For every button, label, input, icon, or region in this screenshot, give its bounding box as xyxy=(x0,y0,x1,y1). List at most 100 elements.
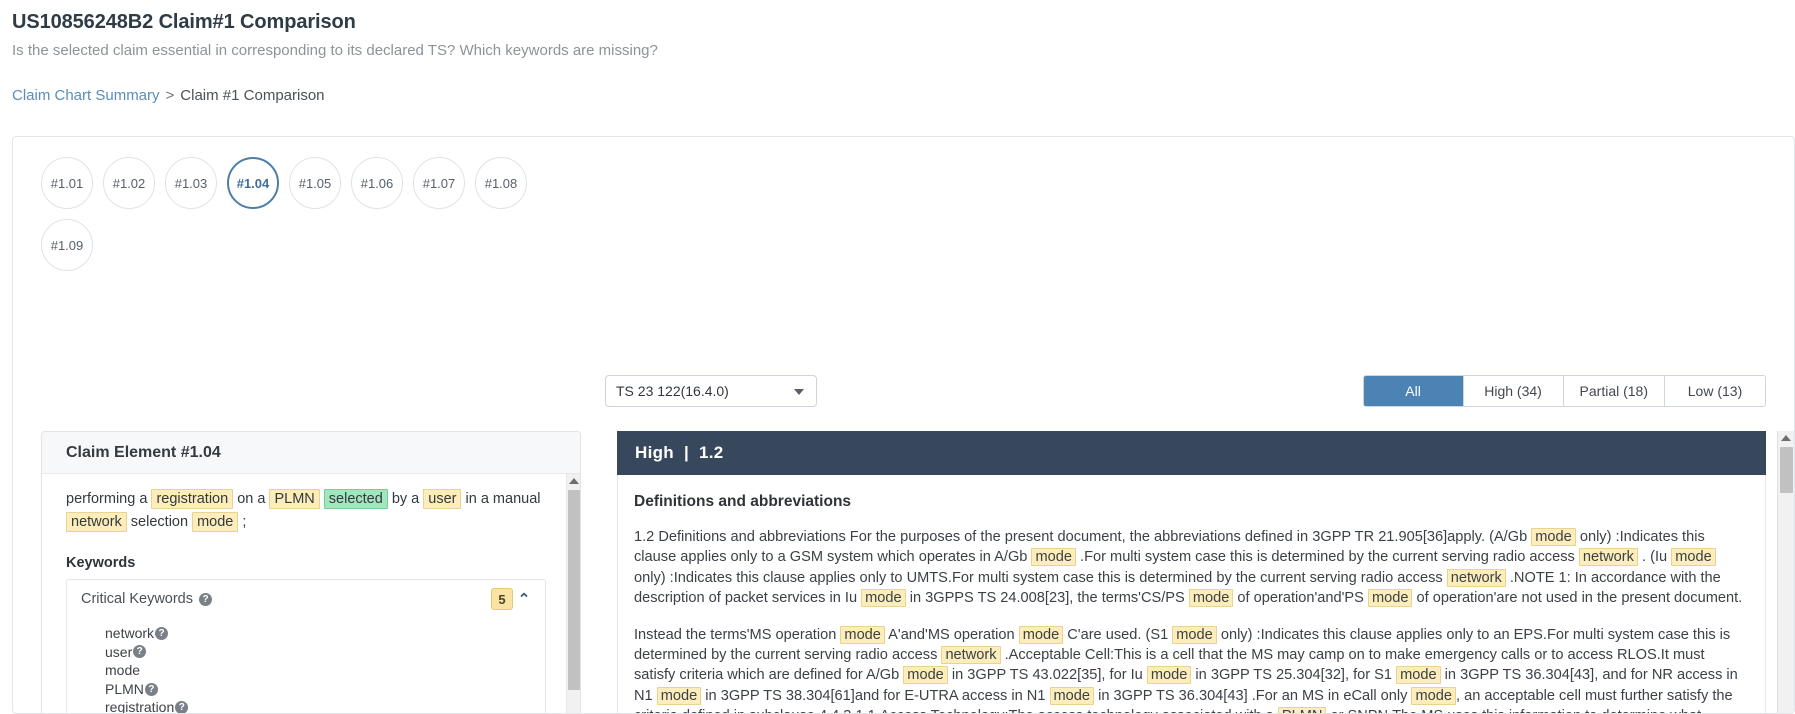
keyword-item: PLMN? xyxy=(105,680,545,699)
ts-select[interactable]: TS 23 122(16.4.0) xyxy=(605,375,817,407)
keyword-highlight-yellow: network xyxy=(1446,568,1506,587)
keyword-highlight-yellow: mode xyxy=(1531,528,1576,546)
keyword-group-label: Critical Keywords? xyxy=(81,591,491,607)
keyword-highlight-green: selected xyxy=(323,489,388,509)
filter-button-low[interactable]: Low (13) xyxy=(1665,376,1765,406)
claim-pill-1-03[interactable]: #1.03 xyxy=(165,157,217,209)
keyword-item-label: network xyxy=(105,625,155,641)
keyword-item-label: mode xyxy=(105,662,141,679)
keyword-group-name: Critical Keywords xyxy=(81,591,193,607)
help-icon[interactable]: ? xyxy=(155,626,169,640)
chevron-down-icon xyxy=(794,389,804,395)
ts-text-body: Definitions and abbreviations 1.2 Defini… xyxy=(617,475,1766,713)
text-run: in 3GPP TS 36.304[43] .For an MS in eCal… xyxy=(1094,687,1412,704)
keyword-highlight-yellow: registration xyxy=(151,489,234,509)
banner-separator: | xyxy=(683,443,690,462)
keyword-highlight-yellow: mode xyxy=(1188,589,1234,608)
text-run: .For multi system case this is determine… xyxy=(1075,549,1579,566)
keyword-group-header[interactable]: Critical Keywords? 5 ⌃ xyxy=(67,580,545,618)
keyword-item-label: PLMN xyxy=(105,680,144,697)
ts-select-value: TS 23 122(16.4.0) xyxy=(616,383,729,399)
left-panel-scrollbar[interactable] xyxy=(566,474,580,713)
claim-pill-1-09[interactable]: #1.09 xyxy=(41,219,93,271)
help-icon[interactable]: ? xyxy=(133,645,147,659)
breadcrumb-link-claim-chart-summary[interactable]: Claim Chart Summary xyxy=(12,87,160,104)
claim-pill-1-05[interactable]: #1.05 xyxy=(289,157,341,209)
filter-button-high[interactable]: High (34) xyxy=(1463,376,1564,406)
claim-element-title: Claim Element #1.04 xyxy=(42,432,580,474)
keywords-heading: Keywords xyxy=(66,555,136,571)
keyword-highlight-yellow: network xyxy=(66,512,127,532)
scrollbar-thumb[interactable] xyxy=(1780,447,1793,493)
claim-pill-1-02[interactable]: #1.02 xyxy=(103,157,155,209)
text-run: in 3GPP TS 38.304[61]and for E-UTRA acce… xyxy=(701,687,1050,704)
keyword-highlight-yellow: mode xyxy=(1367,589,1413,608)
keyword-item-label: user xyxy=(105,643,133,660)
keyword-highlight-yellow: user xyxy=(423,489,462,509)
keyword-highlight-yellow: PLMN xyxy=(269,489,320,509)
text-run: only) :Indicates this clause applies onl… xyxy=(634,569,1447,586)
scrollbar-thumb[interactable] xyxy=(568,490,580,690)
keyword-item: user? xyxy=(105,643,545,662)
claim-pill-1-08[interactable]: #1.08 xyxy=(475,157,527,209)
claim-element-body: performing a registration on a PLMN sele… xyxy=(42,474,580,714)
chevron-up-icon[interactable]: ⌃ xyxy=(513,590,535,608)
page-header: US10856248B2 Claim#1 Comparison Is the s… xyxy=(0,0,1795,106)
ts-panel-scrollbar[interactable] xyxy=(1777,431,1794,713)
breadcrumb-current: Claim #1 Comparison xyxy=(180,87,325,104)
text-run: of operation'are not used in the present… xyxy=(1412,590,1743,607)
text-run: in 3GPPS TS 24.008[23], the terms'CS/PS xyxy=(905,590,1189,607)
keyword-highlight-yellow: mode xyxy=(1018,625,1064,644)
claim-pill-1-06[interactable]: #1.06 xyxy=(351,157,403,209)
text-run: in 3GPP TS 25.304[32], for S1 xyxy=(1191,667,1397,684)
keyword-highlight-yellow: mode xyxy=(840,625,885,644)
text-run: A'and'MS operation xyxy=(884,626,1019,643)
filter-button-all[interactable]: All xyxy=(1363,376,1464,406)
text-run: selection xyxy=(126,514,193,530)
help-icon[interactable]: ? xyxy=(175,701,189,713)
keyword-highlight-yellow: mode xyxy=(1031,548,1076,567)
text-run: in 3GPP TS 43.022[35], for Iu xyxy=(947,667,1147,684)
text-run: ; xyxy=(238,514,247,530)
keyword-item: network? xyxy=(105,624,545,643)
scroll-up-icon[interactable] xyxy=(1781,435,1791,441)
text-run: 1.2 Definitions and abbreviations For th… xyxy=(634,529,1532,545)
banner-section: 1.2 xyxy=(699,443,724,462)
text-run: by a xyxy=(387,491,424,507)
keyword-count-badge: 5 xyxy=(491,588,513,610)
ts-paragraphs: 1.2 Definitions and abbreviations For th… xyxy=(634,527,1745,713)
keyword-item: mode xyxy=(105,661,545,680)
help-icon[interactable]: ? xyxy=(199,592,212,606)
keyword-highlight-yellow: network xyxy=(941,646,1001,665)
scroll-up-icon[interactable] xyxy=(569,478,579,484)
claim-pill-1-07[interactable]: #1.07 xyxy=(413,157,465,209)
ts-scrollbar-track[interactable] xyxy=(1778,431,1794,713)
ts-text-panel: High | 1.2 Definitions and abbreviations… xyxy=(617,431,1766,713)
ts-paragraph: 1.2 Definitions and abbreviations For th… xyxy=(634,527,1745,609)
claim-element-selector: #1.01 #1.02 #1.03 #1.04 #1.05 #1.06 #1.07 #1.08… xyxy=(13,137,573,271)
claim-pill-1-04[interactable]: #1.04 xyxy=(227,157,279,209)
text-run: Instead the terms'MS operation xyxy=(634,626,841,643)
text-run: C'are used. (S1 xyxy=(1063,626,1173,643)
breadcrumb: Claim Chart Summary > Claim #1 Comparison xyxy=(12,86,1795,106)
text-run: . (Iu xyxy=(1637,549,1672,566)
text-run: in a manual xyxy=(461,491,541,507)
keyword-group: Critical Keywords? 5 ⌃ network? user? mode PLM… xyxy=(66,579,546,714)
breadcrumb-separator: > xyxy=(165,87,175,104)
help-icon[interactable]: ? xyxy=(144,682,158,696)
claim-pill-1-01[interactable]: #1.01 xyxy=(41,157,93,209)
keyword-highlight-yellow: mode xyxy=(1172,625,1217,644)
text-run: performing a xyxy=(66,491,152,507)
keyword-item-label: registration xyxy=(105,699,175,714)
keyword-highlight-yellow: mode xyxy=(192,512,239,532)
keyword-highlight-yellow: PLMN xyxy=(1277,707,1327,713)
ts-paragraph: Instead the terms'MS operation mode A'an… xyxy=(634,625,1745,713)
ts-section-title: Definitions and abbreviations xyxy=(634,493,852,510)
keyword-highlight-yellow: mode xyxy=(1049,686,1095,705)
keyword-groups: Critical Keywords? 5 ⌃ network? user? mode PLM… xyxy=(66,579,546,714)
keyword-highlight-yellow: mode xyxy=(1411,686,1456,705)
keyword-item: registration? xyxy=(105,698,545,714)
filter-button-partial[interactable]: Partial (18) xyxy=(1563,376,1665,406)
ts-section-banner: High | 1.2 xyxy=(617,431,1766,475)
keyword-highlight-yellow: network xyxy=(1578,548,1638,567)
